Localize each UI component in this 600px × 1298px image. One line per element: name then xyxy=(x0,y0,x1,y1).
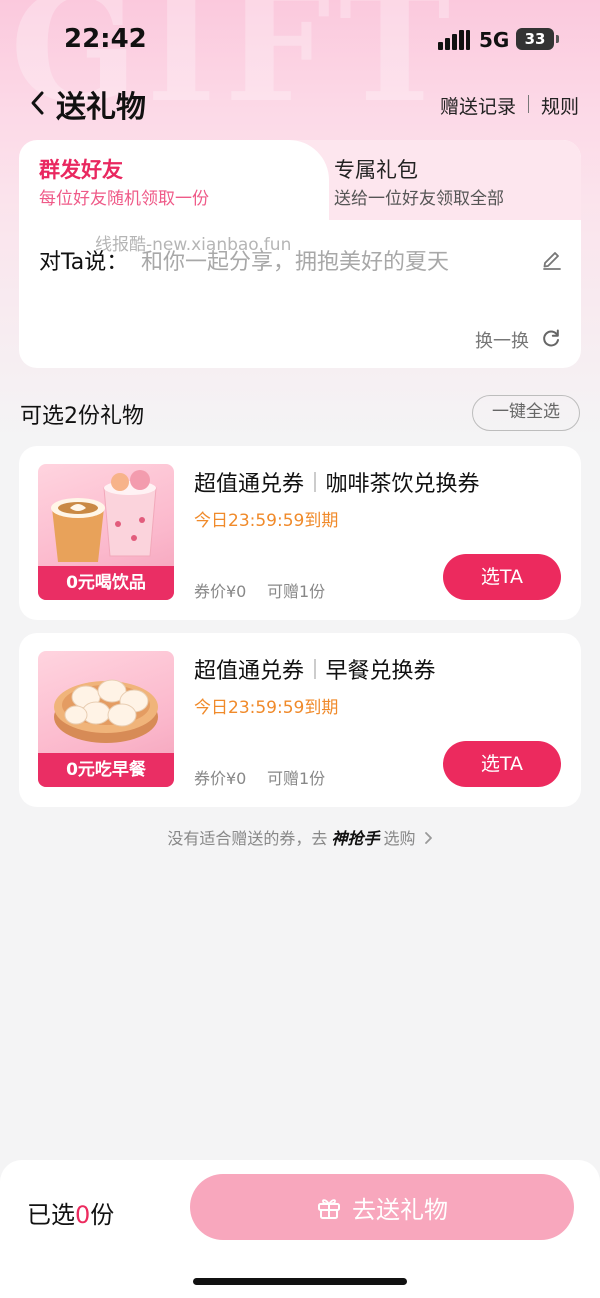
selected-prefix: 已选 xyxy=(27,1201,75,1229)
edit-pencil-icon[interactable] xyxy=(541,248,563,270)
gift-name: 早餐兑换券 xyxy=(325,659,436,684)
selected-suffix: 份 xyxy=(90,1201,115,1229)
brand-logo: 神抢手 xyxy=(331,829,380,848)
refresh-icon[interactable] xyxy=(541,328,561,348)
nav-divider xyxy=(528,95,529,113)
gift-title: 超值通兑券 咖啡茶饮兑换券 xyxy=(194,466,480,498)
steamed-buns-icon xyxy=(54,679,158,743)
message-label: 对Ta说： xyxy=(39,250,129,275)
status-time: 22:42 xyxy=(64,24,147,54)
select-gift-button[interactable]: 选TA xyxy=(443,741,561,787)
gift-count-title: 可选2份礼物 xyxy=(20,404,144,429)
send-gift-label: 去送礼物 xyxy=(352,1195,448,1224)
gift-title: 超值通兑券 早餐兑换券 xyxy=(194,653,436,685)
back-arrow-icon[interactable] xyxy=(26,88,52,118)
status-bar: 22:42 5G 33 xyxy=(0,0,600,80)
title-divider xyxy=(314,472,316,492)
gift-card-breakfast: 0元吃早餐 超值通兑券 早餐兑换券 今日23:59:59到期 券价¥0 可赠1份… xyxy=(19,633,581,807)
gift-price: 券价¥0 xyxy=(194,582,247,601)
message-input[interactable]: 和你一起分享，拥抱美好的夏天 xyxy=(141,244,449,276)
gift-card-coffee: 0元喝饮品 超值通兑券 咖啡茶饮兑换券 今日23:59:59到期 券价¥0 可赠… xyxy=(19,446,581,620)
rules-link[interactable]: 规则 xyxy=(541,92,579,119)
gift-expiry: 今日23:59:59到期 xyxy=(194,698,339,718)
tab-group-subtitle: 每位好友随机领取一份 xyxy=(39,189,209,209)
gift-expiry: 今日23:59:59到期 xyxy=(194,511,339,531)
thumbnail-banner: 0元吃早餐 xyxy=(38,753,174,787)
bottom-action-bar: 已选0份 去送礼物 xyxy=(0,1160,600,1298)
gift-record-link[interactable]: 赠送记录 xyxy=(440,92,516,119)
gift-name: 咖啡茶饮兑换券 xyxy=(325,472,480,497)
chevron-right-icon xyxy=(424,832,432,844)
title-divider xyxy=(314,659,316,679)
hint-prefix: 没有适合赠送的券，去 xyxy=(167,829,328,848)
select-all-button[interactable]: 一键全选 xyxy=(472,395,580,431)
gift-box-icon xyxy=(318,1199,340,1219)
gift-type: 超值通兑券 xyxy=(194,472,305,497)
gift-type: 超值通兑券 xyxy=(194,659,305,684)
gift-quantity: 可赠1份 xyxy=(267,769,326,788)
tab-group-title[interactable]: 群发好友 xyxy=(39,154,123,184)
select-gift-button[interactable]: 选TA xyxy=(443,554,561,600)
nav-bar: 送礼物 赠送记录 规则 xyxy=(0,80,600,126)
coffee-cup-icon xyxy=(51,470,157,562)
refresh-message-button[interactable]: 换一换 xyxy=(475,327,529,353)
thumbnail-banner: 0元喝饮品 xyxy=(38,566,174,600)
home-indicator[interactable] xyxy=(193,1278,407,1285)
selected-count: 已选0份 xyxy=(27,1195,114,1230)
send-mode-card: 群发好友 每位好友随机领取一份 专属礼包 送给一位好友领取全部 线报酷-new.… xyxy=(19,140,581,368)
shop-more-hint[interactable]: 没有适合赠送的券，去 神抢手 选购 xyxy=(0,825,600,849)
network-type: 5G xyxy=(479,28,510,52)
breakfast-thumbnail: 0元吃早餐 xyxy=(38,651,174,787)
send-gift-button[interactable]: 去送礼物 xyxy=(190,1174,574,1240)
coffee-tea-thumbnail: 0元喝饮品 xyxy=(38,464,174,600)
battery-icon: 33 xyxy=(516,28,559,50)
gift-price: 券价¥0 xyxy=(194,769,247,788)
gift-quantity: 可赠1份 xyxy=(267,582,326,601)
signal-icon xyxy=(438,30,470,50)
hint-suffix: 选购 xyxy=(383,829,416,848)
tab-exclusive-title[interactable]: 专属礼包 xyxy=(334,154,418,184)
tab-exclusive-subtitle: 送给一位好友领取全部 xyxy=(334,189,504,209)
selected-number: 0 xyxy=(75,1201,91,1229)
page-title: 送礼物 xyxy=(56,90,146,125)
